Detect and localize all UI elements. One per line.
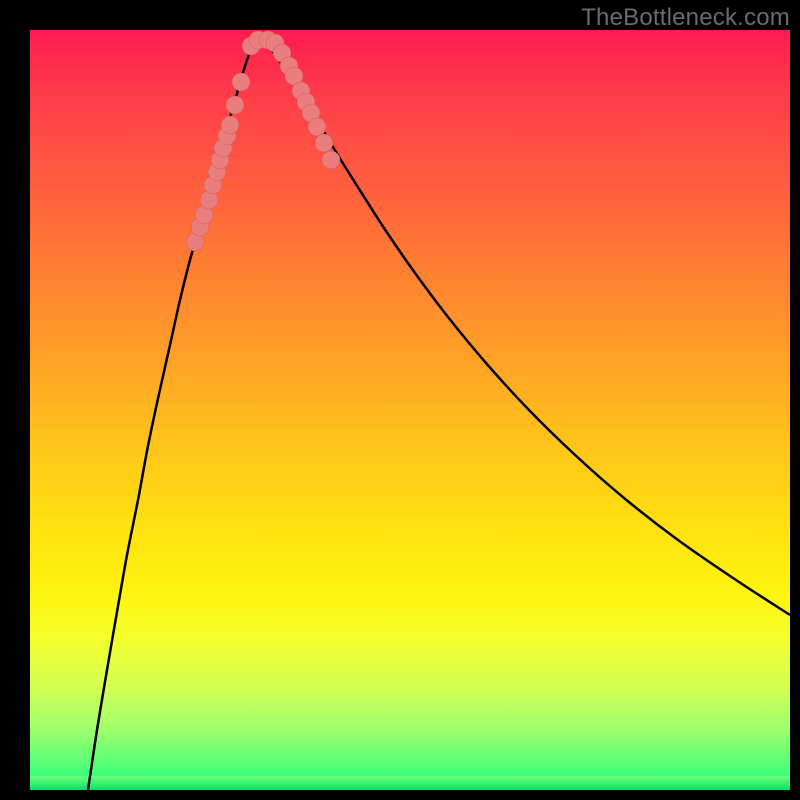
data-point (226, 96, 244, 114)
data-point-group (186, 31, 340, 251)
dots-layer (30, 30, 790, 790)
chart-frame: TheBottleneck.com (0, 0, 800, 800)
data-point (232, 73, 250, 91)
data-point (221, 116, 239, 134)
data-point (308, 118, 326, 136)
data-point (315, 134, 333, 152)
plot-area (30, 30, 790, 790)
data-point (322, 151, 340, 169)
watermark-text: TheBottleneck.com (581, 4, 790, 32)
